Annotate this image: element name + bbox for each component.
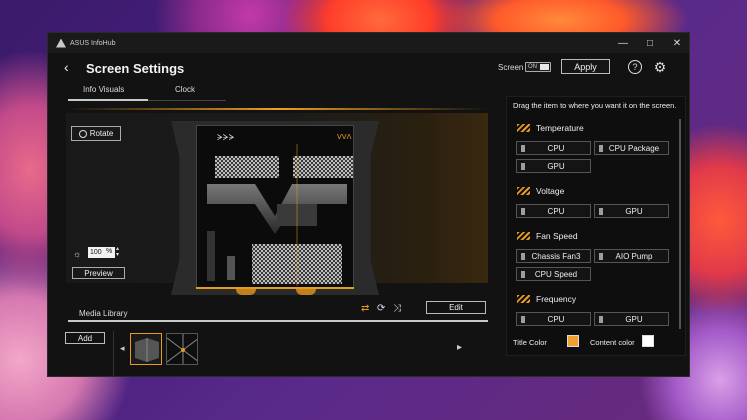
section-fan-speed: Fan Speed (517, 231, 578, 241)
content-color-label: Content color (590, 338, 635, 347)
gear-icon[interactable]: ⚙ (652, 59, 668, 75)
brightness-unit: % (106, 248, 113, 255)
data-items-panel: Drag the item to where you want it on th… (506, 96, 686, 356)
grip-icon (599, 144, 603, 152)
help-icon[interactable]: ? (628, 60, 642, 74)
screen-label: Screen (498, 63, 524, 72)
section-title: Frequency (536, 294, 577, 304)
swap-icon[interactable]: ⇄ (361, 303, 369, 314)
shuffle-icon[interactable]: ⤨ (393, 303, 401, 314)
rotate-button[interactable]: Rotate (71, 126, 121, 141)
toggle-knob (540, 64, 549, 70)
grip-icon (599, 315, 603, 323)
media-divider-vertical (113, 331, 114, 376)
temperature-icon (517, 124, 530, 132)
screen-toggle[interactable]: ON (525, 62, 551, 72)
minimize-button[interactable]: — (610, 33, 636, 53)
repeat-icon[interactable]: ⟳ (377, 303, 385, 314)
fan-speed-icon (517, 232, 530, 240)
title-color-swatch[interactable] (567, 335, 579, 347)
add-button[interactable]: Add (65, 332, 105, 344)
drag-hint: Drag the item to where you want it on th… (513, 101, 677, 110)
edit-button[interactable]: Edit (426, 301, 486, 314)
title-color-label: Title Color (513, 338, 547, 347)
section-voltage: Voltage (517, 186, 564, 196)
section-title: Voltage (536, 186, 565, 196)
section-title: Temperature (536, 123, 584, 133)
scrollbar[interactable] (679, 119, 681, 329)
device-badge: ᐯᐯᐱ (337, 133, 352, 141)
item-fan-aio-pump[interactable]: AIO Pump (594, 249, 669, 263)
brightness-icon: ☼ (73, 249, 82, 259)
item-voltage-gpu[interactable]: GPU (594, 204, 669, 218)
preview-panel: Rotate ᗒᗒᗒ ᐯᐯᐱ ☼ 100 % ▴ ▾ Preview (66, 113, 488, 295)
item-voltage-cpu[interactable]: CPU (516, 204, 591, 218)
device-feet (236, 289, 316, 297)
preview-button[interactable]: Preview (72, 267, 125, 279)
media-active-indicator (68, 320, 488, 322)
thumbnail-art-2 (167, 334, 197, 364)
rotate-label: Rotate (89, 129, 114, 138)
app-window: ASUS InfoHub — □ ✕ ‹ Screen Settings Scr… (47, 32, 690, 377)
app-title: ASUS InfoHub (70, 39, 116, 47)
device-screen-art: ᗒᗒᗒ ᐯᐯᐱ (197, 126, 353, 287)
section-title: Fan Speed (536, 231, 578, 241)
grip-icon (521, 252, 525, 260)
thumbnail-next-icon[interactable]: ▸ (457, 342, 462, 353)
tab-active-indicator (68, 99, 148, 101)
thumbnail-art-1 (131, 334, 161, 364)
media-library-label: Media Library (79, 309, 128, 318)
voltage-icon (517, 187, 530, 195)
asus-logo-icon (56, 38, 66, 48)
media-thumbnail-1[interactable] (130, 333, 162, 365)
item-fan-chassis-fan3[interactable]: Chassis Fan3 (516, 249, 591, 263)
device-logo: ᗒᗒᗒ (217, 133, 235, 142)
frequency-icon (517, 295, 530, 303)
grip-icon (521, 144, 525, 152)
tab-clock[interactable]: Clock (175, 85, 195, 94)
grip-icon (521, 207, 525, 215)
grip-icon (599, 207, 603, 215)
back-icon[interactable]: ‹ (64, 60, 74, 74)
grip-icon (521, 162, 525, 170)
device-foot-left (236, 289, 256, 295)
device-foot-right (296, 289, 316, 295)
page-title: Screen Settings (86, 61, 185, 76)
screen-toggle-label: ON (528, 64, 537, 70)
brightness-stepper[interactable]: ▴ ▾ (116, 246, 119, 258)
rotate-icon (78, 129, 87, 138)
item-frequency-gpu[interactable]: GPU (594, 312, 669, 326)
grip-icon (521, 315, 525, 323)
section-frequency: Frequency (517, 294, 576, 304)
apply-button[interactable]: Apply (561, 59, 610, 74)
tab-bar: Info Visuals Clock (68, 83, 226, 103)
accent-line (68, 108, 488, 110)
title-bar[interactable]: ASUS InfoHub — □ ✕ (48, 33, 689, 53)
thumbnail-prev-icon[interactable]: ◂ (120, 343, 125, 354)
item-temperature-cpu-package[interactable]: CPU Package (594, 141, 669, 155)
item-temperature-gpu[interactable]: GPU (516, 159, 591, 173)
maximize-button[interactable]: □ (637, 33, 663, 53)
content-color-swatch[interactable] (642, 335, 654, 347)
section-temperature: Temperature (517, 123, 584, 133)
tab-info-visuals[interactable]: Info Visuals (83, 85, 124, 94)
item-fan-cpu-speed[interactable]: CPU Speed (516, 267, 591, 281)
grip-icon (599, 252, 603, 260)
media-thumbnail-2[interactable] (166, 333, 198, 365)
page-header: ‹ Screen Settings Screen ON Apply ? ⚙ (48, 53, 689, 83)
grip-icon (521, 270, 525, 278)
device-screen[interactable]: ᗒᗒᗒ ᐯᐯᐱ (196, 125, 354, 288)
item-temperature-cpu[interactable]: CPU (516, 141, 591, 155)
close-button[interactable]: ✕ (664, 33, 690, 53)
item-frequency-cpu[interactable]: CPU (516, 312, 591, 326)
